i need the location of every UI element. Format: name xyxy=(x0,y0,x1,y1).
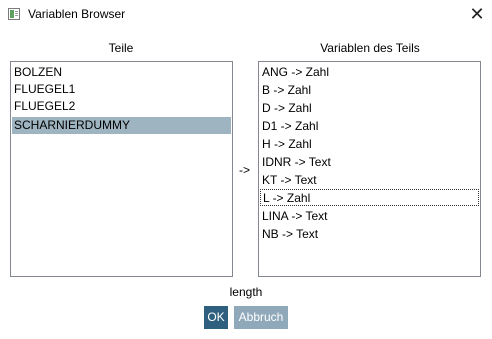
list-item[interactable]: D1 -> Zahl xyxy=(260,118,479,135)
list-item[interactable]: H -> Zahl xyxy=(260,136,479,153)
status-text: length xyxy=(229,285,263,299)
list-item-focused[interactable]: L -> Zahl xyxy=(260,189,479,206)
cancel-button[interactable]: Abbruch xyxy=(234,306,288,329)
list-item[interactable]: KT -> Text xyxy=(260,172,479,189)
list-item[interactable]: D -> Zahl xyxy=(260,100,479,117)
list-item[interactable]: FLUEGEL1 xyxy=(12,81,231,98)
list-item[interactable]: IDNR -> Text xyxy=(260,154,479,171)
window-title: Variablen Browser xyxy=(28,7,126,21)
list-item[interactable]: FLUEGEL2 xyxy=(12,98,231,115)
ok-button[interactable]: OK xyxy=(204,306,228,329)
app-window-icon xyxy=(8,8,20,20)
close-icon[interactable]: ✕ xyxy=(466,2,488,26)
list-item[interactable]: BOLZEN xyxy=(12,64,231,81)
variablen-label: Variablen des Teils xyxy=(320,41,420,55)
teile-list[interactable]: BOLZEN FLUEGEL1 FLUEGEL2 SCHARNIERDUMMY xyxy=(10,61,233,277)
list-item-selected[interactable]: SCHARNIERDUMMY xyxy=(12,117,231,134)
list-item[interactable]: LINA -> Text xyxy=(260,208,479,225)
list-item[interactable]: B -> Zahl xyxy=(260,82,479,99)
title-bar: Variablen Browser ✕ xyxy=(0,0,492,30)
variablen-list[interactable]: ANG -> Zahl B -> Zahl D -> Zahl D1 -> Za… xyxy=(258,61,481,277)
list-item[interactable]: NB -> Text xyxy=(260,226,479,243)
teile-label: Teile xyxy=(108,41,134,55)
transfer-arrow: -> xyxy=(239,163,251,177)
list-item[interactable]: ANG -> Zahl xyxy=(260,64,479,81)
